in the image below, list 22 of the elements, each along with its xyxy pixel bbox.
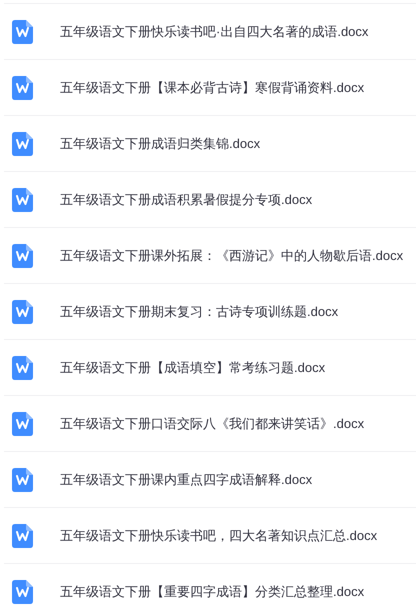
word-file-icon [12, 356, 33, 380]
word-file-icon [12, 580, 33, 604]
file-name[interactable]: 五年级语文下册【成语填空】常考练习题.docx [60, 358, 326, 376]
word-file-icon [12, 300, 33, 324]
word-file-icon [12, 132, 33, 156]
word-file-icon [12, 76, 33, 100]
word-file-icon [12, 188, 33, 212]
file-name[interactable]: 五年级语文下册成语积累暑假提分专项.docx [60, 190, 312, 208]
word-file-icon [12, 524, 33, 548]
file-name[interactable]: 五年级语文下册快乐读书吧·出自四大名著的成语.docx [60, 22, 368, 40]
word-file-icon [12, 468, 33, 492]
file-name[interactable]: 五年级语文下册课外拓展：《西游记》中的人物歇后语.docx [60, 246, 404, 264]
file-name[interactable]: 五年级语文下册期末复习：古诗专项训练题.docx [60, 302, 338, 320]
file-name[interactable]: 五年级语文下册口语交际八《我们都来讲笑话》.docx [60, 414, 364, 432]
file-name[interactable]: 五年级语文下册快乐读书吧，四大名著知识点汇总.docx [60, 526, 378, 544]
file-name[interactable]: 五年级语文下册成语归类集锦.docx [60, 134, 260, 152]
file-name[interactable]: 五年级语文下册【课本必背古诗】寒假背诵资料.docx [60, 78, 364, 96]
word-file-icon [12, 244, 33, 268]
file-name[interactable]: 五年级语文下册【重要四字成语】分类汇总整理.docx [60, 582, 364, 600]
word-file-icon [12, 20, 33, 44]
file-name[interactable]: 五年级语文下册课内重点四字成语解释.docx [60, 470, 312, 488]
word-file-icon [12, 412, 33, 436]
